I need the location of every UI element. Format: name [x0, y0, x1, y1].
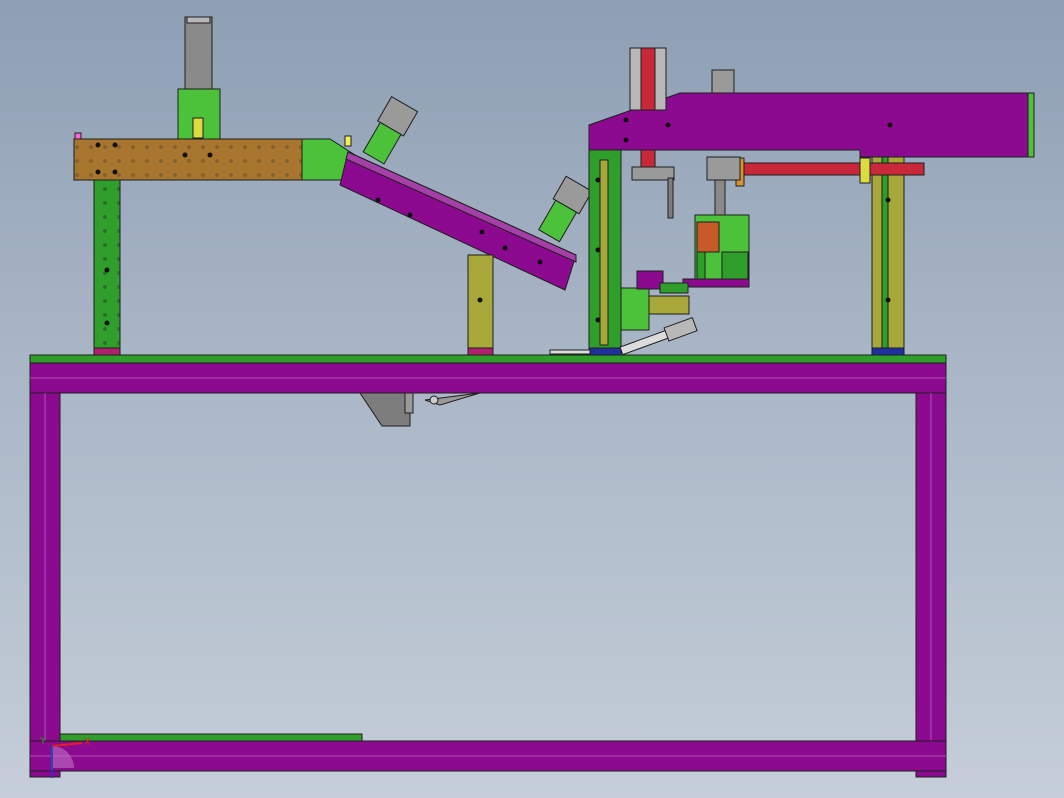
inclined-chute — [339, 95, 593, 356]
under-table-hopper — [359, 392, 481, 427]
machine-drawing: X Y — [29, 16, 1035, 778]
lower-angled-cylinder — [538, 175, 593, 243]
left-feeder — [73, 16, 356, 356]
bottom-shelf — [59, 733, 363, 742]
vertical-cylinder — [184, 16, 213, 90]
right-gantry — [549, 47, 1035, 356]
table-top-plate — [29, 354, 947, 364]
horizontal-rod — [739, 162, 925, 176]
lower-bracket — [620, 287, 650, 331]
upper-angled-cylinder — [362, 95, 419, 165]
adjuster-nut — [711, 69, 735, 94]
y-axis-label: Y — [39, 736, 47, 747]
cad-viewport[interactable]: X Y — [0, 0, 1064, 798]
slide-block — [706, 156, 741, 181]
table-frame — [29, 354, 947, 778]
chute-support-leg — [467, 254, 494, 356]
x-axis-label: X — [84, 737, 91, 748]
